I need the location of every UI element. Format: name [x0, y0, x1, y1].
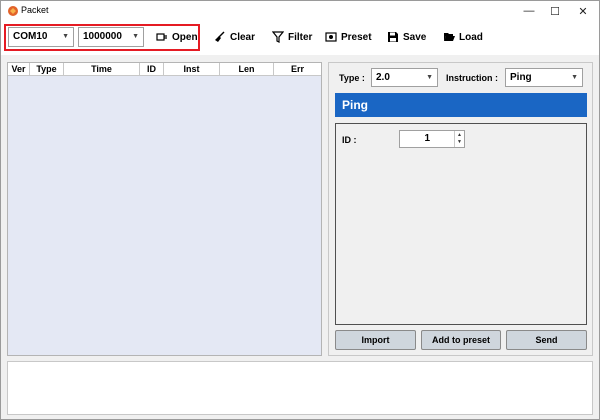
column-header[interactable]: Err — [274, 63, 321, 76]
floppy-disk-icon — [388, 32, 398, 42]
preset-label: Preset — [341, 31, 372, 43]
log-output[interactable] — [7, 361, 593, 415]
filter-button[interactable]: Filter — [272, 27, 312, 47]
save-button[interactable]: Save — [387, 27, 426, 47]
add-to-preset-button[interactable]: Add to preset — [421, 330, 501, 350]
type-select[interactable]: 2.0 ▼ — [371, 68, 438, 87]
type-value: 2.0 — [376, 72, 390, 83]
instruction-select[interactable]: Ping ▼ — [505, 68, 583, 87]
baudrate-value: 1000000 — [83, 31, 122, 42]
port-value: COM10 — [13, 31, 48, 42]
instruction-banner: Ping — [335, 93, 587, 117]
column-header[interactable]: Ver — [8, 63, 30, 76]
parameter-box — [335, 123, 587, 325]
filter-icon — [272, 31, 284, 43]
folder-open-icon — [444, 33, 455, 41]
id-stepper[interactable]: 1 ▲ ▼ — [399, 130, 465, 148]
column-header[interactable]: ID — [140, 63, 164, 76]
column-header[interactable]: Type — [30, 63, 64, 76]
preset-button[interactable]: Preset — [325, 27, 372, 47]
baudrate-select[interactable]: 1000000 ▼ — [78, 27, 144, 47]
stepper-arrows-icon[interactable]: ▲ ▼ — [454, 131, 464, 147]
instruction-label: Instruction : — [446, 73, 498, 83]
broom-icon — [215, 31, 225, 42]
port-select[interactable]: COM10 ▼ — [8, 27, 74, 47]
chevron-down-icon: ▼ — [132, 33, 139, 40]
clear-button[interactable]: Clear — [214, 27, 255, 47]
chevron-down-icon: ▼ — [571, 74, 578, 81]
chevron-down-icon: ▼ — [426, 74, 433, 81]
column-header[interactable]: Len — [220, 63, 274, 76]
title-bar: Packet — ☐ ✕ — [1, 1, 599, 21]
minimize-button[interactable]: — — [515, 1, 543, 21]
load-button[interactable]: Load — [443, 27, 483, 47]
chevron-down-icon: ▼ — [62, 33, 69, 40]
id-value[interactable]: 1 — [400, 131, 456, 147]
open-label: Open — [172, 31, 198, 43]
window-title: Packet — [21, 5, 49, 15]
app-logo-icon — [8, 6, 18, 16]
column-header[interactable]: Inst — [164, 63, 220, 76]
instruction-value: Ping — [510, 72, 532, 83]
maximize-button[interactable]: ☐ — [541, 1, 569, 21]
filter-label: Filter — [288, 31, 313, 43]
column-header[interactable]: Time — [64, 63, 140, 76]
camera-icon — [325, 32, 337, 42]
send-button[interactable]: Send — [506, 330, 587, 350]
type-label: Type : — [339, 73, 365, 83]
packet-table-header: Ver Type Time ID Inst Len Err — [8, 63, 321, 76]
open-button[interactable]: Open — [156, 27, 198, 47]
packet-window: Packet — ☐ ✕ COM10 ▼ 1000000 ▼ Open Clea… — [0, 0, 600, 420]
clear-label: Clear — [230, 31, 256, 43]
save-label: Save — [403, 31, 427, 43]
plug-icon — [156, 33, 167, 41]
id-label: ID : — [342, 135, 357, 145]
load-label: Load — [459, 31, 483, 43]
close-button[interactable]: ✕ — [569, 1, 597, 21]
packet-list[interactable]: Ver Type Time ID Inst Len Err — [7, 62, 322, 356]
import-button[interactable]: Import — [335, 330, 416, 350]
